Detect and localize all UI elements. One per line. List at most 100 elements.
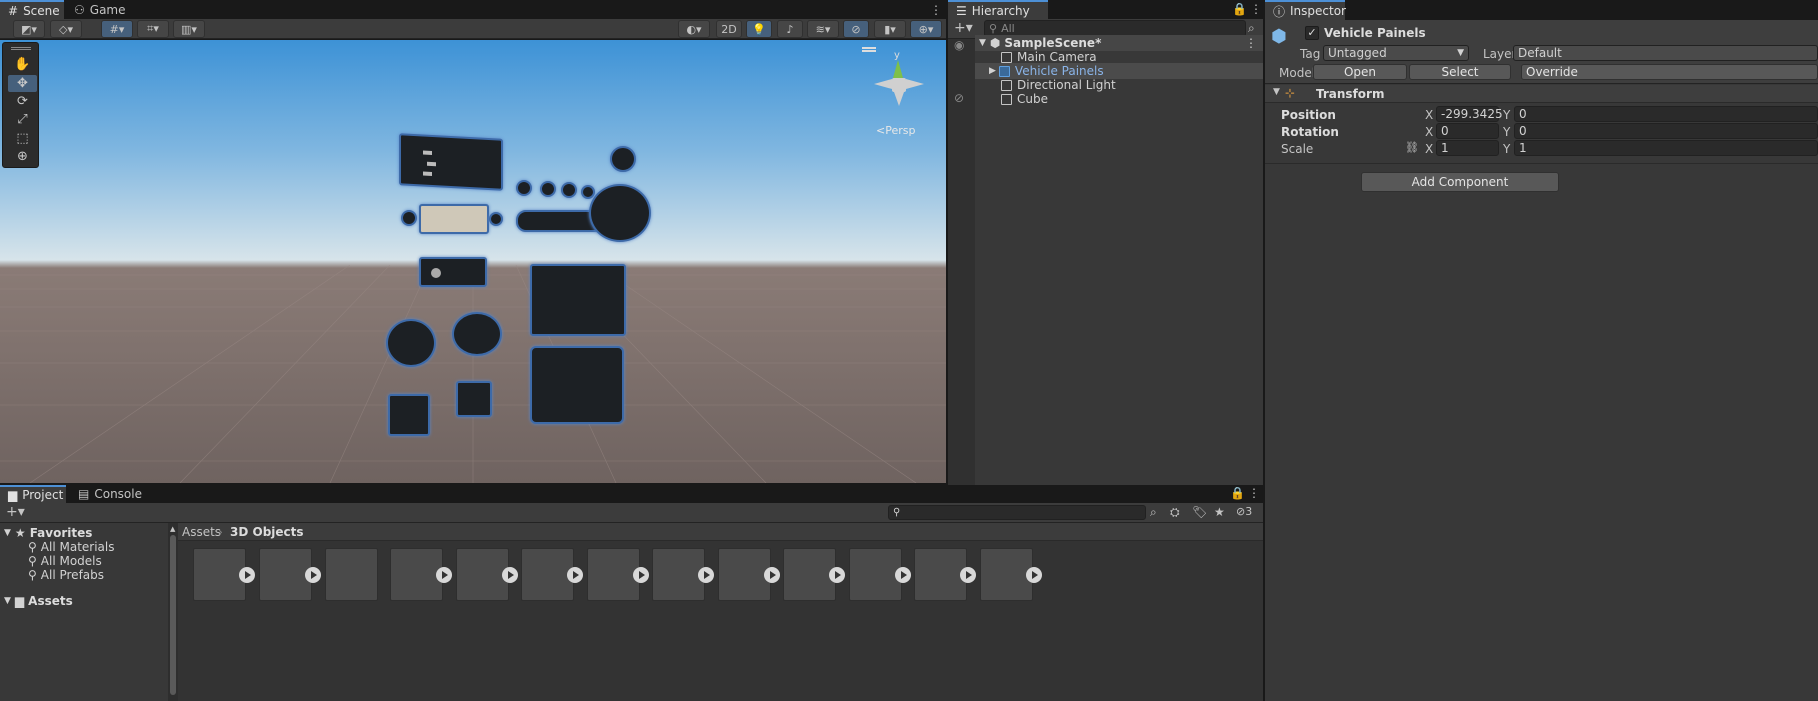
assets-row[interactable]: ▼ ▆ Assets xyxy=(0,593,168,609)
tab-project[interactable]: ▆ Project xyxy=(0,485,66,503)
tab-game[interactable]: ⚇ Game xyxy=(66,0,130,20)
orientation-gizmo[interactable]: y <Persp xyxy=(862,44,942,137)
object-name-field[interactable]: Vehicle Painels xyxy=(1324,26,1426,40)
play-icon[interactable] xyxy=(436,567,452,583)
play-icon[interactable] xyxy=(895,567,911,583)
position-x-label[interactable]: X xyxy=(1425,108,1433,122)
grid-snap-button[interactable]: #▾ xyxy=(101,20,133,38)
visibility-eye-icon[interactable]: ◉ xyxy=(954,38,964,52)
shading-mode-button[interactable]: ◇▾ xyxy=(50,20,82,38)
dial-object-1[interactable] xyxy=(516,180,532,196)
dial-object-3[interactable] xyxy=(561,182,577,198)
scrollbar-thumb[interactable] xyxy=(170,535,176,695)
tag-dropdown[interactable]: Untagged ▼ xyxy=(1323,45,1469,61)
scene-viewport[interactable]: ✋ ✥ ⟳ ⤢ ⬚ ⊕ y <Persp xyxy=(0,40,946,483)
toolbar-view-button[interactable]: ▥▾ xyxy=(173,20,205,38)
scale-y-label[interactable]: Y xyxy=(1503,142,1510,156)
rotation-y-label[interactable]: Y xyxy=(1503,125,1510,139)
effects-toggle-button[interactable]: ≋▾ xyxy=(807,20,839,38)
camera-settings-button[interactable]: ▮▾ xyxy=(874,20,906,38)
draw-mode-button[interactable]: ◩▾ xyxy=(13,20,45,38)
rotation-y-field[interactable]: 0 xyxy=(1514,123,1818,139)
active-checkbox[interactable]: ✓ xyxy=(1305,26,1319,40)
rotate-tool-icon[interactable]: ⟳ xyxy=(8,93,37,110)
position-y-field[interactable]: 0 xyxy=(1514,106,1818,122)
display-object[interactable] xyxy=(419,257,487,287)
filter-by-type-icon[interactable]: ⛭ xyxy=(1170,505,1180,520)
overrides-button[interactable]: Override xyxy=(1521,64,1818,80)
select-button[interactable]: Select xyxy=(1409,64,1511,80)
play-icon[interactable] xyxy=(1026,567,1042,583)
label-filter-icon[interactable]: 🏷 xyxy=(1192,505,1207,519)
gizmos-button[interactable]: ⊕▾ xyxy=(910,20,942,38)
rect-tool-icon[interactable]: ⬚ xyxy=(8,130,37,147)
rotation-x-field[interactable]: 0 xyxy=(1436,123,1499,139)
position-y-label[interactable]: Y xyxy=(1503,108,1510,122)
radio-object[interactable] xyxy=(419,204,489,234)
play-icon[interactable] xyxy=(239,567,255,583)
grille-object-left[interactable] xyxy=(388,394,430,436)
scroll-up-icon[interactable]: ▲ xyxy=(170,525,175,533)
asset-thumbnail[interactable] xyxy=(325,548,378,601)
hidden-eye-icon[interactable]: ⊘ xyxy=(954,91,964,105)
folder-tree-scrollbar[interactable]: ▲ xyxy=(168,523,178,701)
tab-console[interactable]: ▤ Console xyxy=(70,485,142,503)
dial-object-2[interactable] xyxy=(540,181,556,197)
scene-visibility-button[interactable]: ⊘ xyxy=(843,20,869,38)
hierarchy-menu-icon[interactable]: ⋮ xyxy=(1250,2,1262,16)
play-icon[interactable] xyxy=(633,567,649,583)
add-component-button[interactable]: Add Component xyxy=(1361,172,1559,192)
transform-header[interactable]: ▼ ⊹ Transform xyxy=(1265,85,1818,103)
transform-tool-icon[interactable]: ⊕ xyxy=(8,148,37,165)
breadcrumb-root[interactable]: Assets xyxy=(182,525,221,539)
grille-object-right[interactable] xyxy=(456,381,492,417)
gauge-object-small[interactable] xyxy=(610,146,636,172)
hidden-packages-toggle[interactable]: ⊘3 xyxy=(1236,505,1252,518)
scale-x-label[interactable]: X xyxy=(1425,142,1433,156)
play-icon[interactable] xyxy=(764,567,780,583)
scene-menu-icon[interactable]: ⋮ xyxy=(1245,36,1257,50)
vent-object-left[interactable] xyxy=(386,319,436,367)
tab-inspector[interactable]: ⓘ Inspector xyxy=(1265,0,1346,20)
knob-object-right[interactable] xyxy=(489,212,503,226)
speedometer-object[interactable] xyxy=(589,184,651,242)
favorite-item[interactable]: ⚲ All Prefabs xyxy=(0,567,168,583)
knob-object-left[interactable] xyxy=(401,210,417,226)
favorite-star-icon[interactable]: ★ xyxy=(1214,505,1225,519)
create-asset-button[interactable]: +▾ xyxy=(6,504,25,520)
scale-y-field[interactable]: 1 xyxy=(1514,140,1818,156)
scale-tool-icon[interactable]: ⤢ xyxy=(8,111,37,128)
play-icon[interactable] xyxy=(698,567,714,583)
palette-handle[interactable] xyxy=(11,47,31,48)
lighting-toggle-button[interactable]: 💡 xyxy=(746,20,772,38)
vent-object-right[interactable] xyxy=(452,312,502,356)
rotation-x-label[interactable]: X xyxy=(1425,125,1433,139)
panel-object-top[interactable] xyxy=(399,133,503,191)
lock-icon[interactable]: 🔒 xyxy=(1232,2,1247,16)
lock-icon[interactable]: 🔒 xyxy=(1230,486,1245,500)
play-icon[interactable] xyxy=(960,567,976,583)
play-icon[interactable] xyxy=(567,567,583,583)
layer-dropdown[interactable]: Default xyxy=(1513,45,1818,61)
hierarchy-item[interactable]: Cube xyxy=(975,91,1263,107)
open-button[interactable]: Open xyxy=(1313,64,1407,80)
increment-snap-button[interactable]: ⌗▾ xyxy=(137,20,169,38)
render-mode-button[interactable]: ◐▾ xyxy=(678,20,710,38)
toggle-2d-button[interactable]: 2D xyxy=(716,20,742,38)
constrain-proportions-icon[interactable]: ⛓ xyxy=(1405,141,1419,154)
project-search-input[interactable]: ⚲ xyxy=(888,505,1146,520)
scene-menu-icon[interactable]: ⋮ xyxy=(930,3,942,17)
audio-toggle-button[interactable]: ♪ xyxy=(777,20,803,38)
play-icon[interactable] xyxy=(305,567,321,583)
screen-object-upper[interactable] xyxy=(530,264,626,336)
play-icon[interactable] xyxy=(829,567,845,583)
search-filter-icon[interactable]: ⌕ xyxy=(1248,21,1255,36)
tab-scene[interactable]: # Scene xyxy=(0,0,64,20)
tab-hierarchy[interactable]: ☰ Hierarchy xyxy=(948,0,1048,20)
position-x-field[interactable]: -299.3425 xyxy=(1436,106,1503,122)
move-tool-icon[interactable]: ✥ xyxy=(8,75,37,92)
add-object-button[interactable]: +▾ xyxy=(954,20,973,36)
play-icon[interactable] xyxy=(502,567,518,583)
hand-tool-icon[interactable]: ✋ xyxy=(8,56,37,73)
projection-label[interactable]: <Persp xyxy=(876,124,915,137)
